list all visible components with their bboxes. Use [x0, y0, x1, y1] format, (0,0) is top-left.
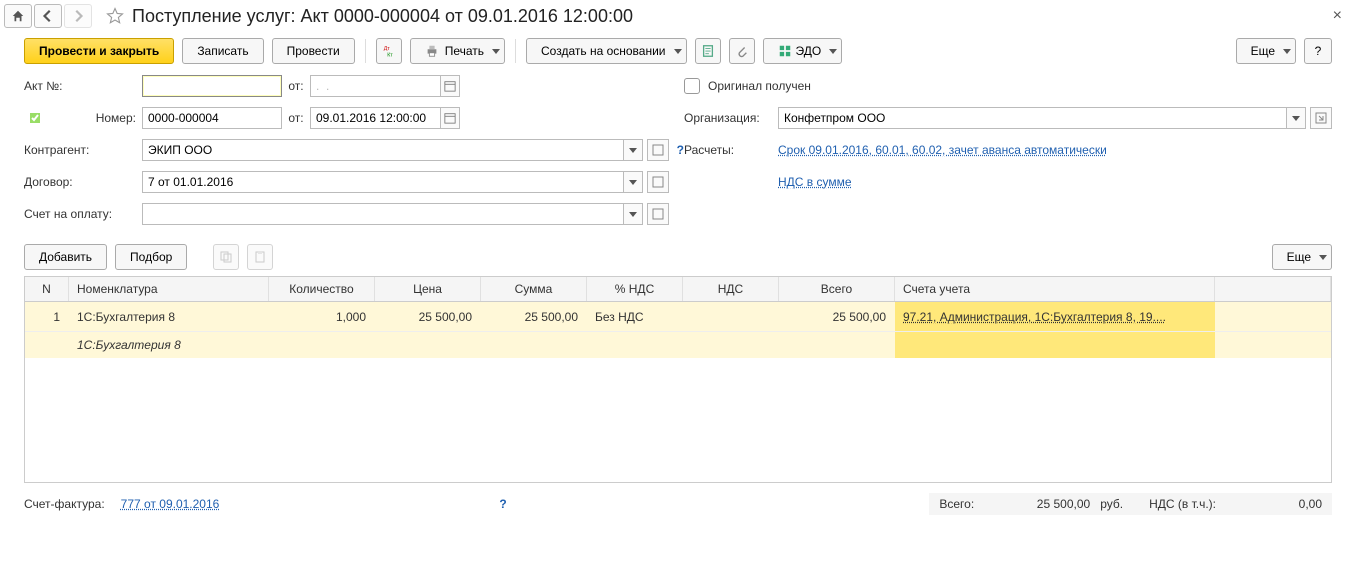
from-label2: от:: [282, 111, 310, 125]
invoice-dropdown[interactable]: [623, 203, 643, 225]
sf-link[interactable]: 777 от 09.01.2016: [121, 497, 220, 511]
col-nds: НДС: [683, 277, 779, 301]
print-button[interactable]: Печать: [410, 38, 505, 64]
edo-button[interactable]: ЭДО: [763, 38, 843, 64]
sf-label: Счет-фактура:: [24, 497, 105, 511]
chevron-down-icon: [674, 49, 682, 54]
calc-label: Расчеты:: [684, 143, 778, 157]
counterparty-open[interactable]: [647, 139, 669, 161]
table-row[interactable]: 1 1С:Бухгалтерия 8 1,000 25 500,00 25 50…: [25, 302, 1331, 332]
svg-text:Кт: Кт: [387, 52, 393, 58]
save-button[interactable]: Записать: [182, 38, 263, 64]
invoice-open[interactable]: [647, 203, 669, 225]
items-grid: N Номенклатура Количество Цена Сумма % Н…: [24, 276, 1332, 483]
col-n: N: [25, 277, 69, 301]
add-row-button[interactable]: Добавить: [24, 244, 107, 270]
report-icon-button[interactable]: [695, 38, 721, 64]
org-input[interactable]: [778, 107, 1286, 129]
counterparty-label: Контрагент:: [24, 143, 142, 157]
act-date-input[interactable]: [310, 75, 440, 97]
contract-label: Договор:: [24, 175, 142, 189]
nds-label: НДС (в т.ч.):: [1149, 497, 1216, 511]
calendar-button2[interactable]: [440, 107, 460, 129]
chevron-down-icon: [829, 49, 837, 54]
sf-help[interactable]: ?: [499, 497, 506, 511]
org-label: Организация:: [684, 111, 778, 125]
chevron-down-icon: [1283, 49, 1291, 54]
svg-text:Дт: Дт: [383, 46, 390, 52]
favorite-star-icon[interactable]: [104, 5, 126, 27]
total-label: Всего:: [939, 497, 974, 511]
nds-link[interactable]: НДС в сумме: [778, 175, 852, 189]
org-open-button[interactable]: [1310, 107, 1332, 129]
contract-input[interactable]: [142, 171, 623, 193]
chevron-down-icon: [492, 49, 500, 54]
close-button[interactable]: ×: [1327, 7, 1348, 25]
help-button[interactable]: ?: [1304, 38, 1332, 64]
original-received-checkbox[interactable]: [684, 78, 700, 94]
col-vat: % НДС: [587, 277, 683, 301]
contract-dropdown[interactable]: [623, 171, 643, 193]
paste-icon-button[interactable]: [247, 244, 273, 270]
act-no-label: Акт №:: [24, 79, 142, 93]
number-label: Номер:: [52, 111, 142, 125]
pick-button[interactable]: Подбор: [115, 244, 187, 270]
col-nom: Номенклатура: [69, 277, 269, 301]
doc-enabled-icon: [24, 107, 46, 129]
copy-icon-button[interactable]: [213, 244, 239, 270]
col-total: Всего: [779, 277, 895, 301]
more-button[interactable]: Еще: [1236, 38, 1296, 64]
calc-link[interactable]: Срок 09.01.2016, 60.01, 60.02, зачет ава…: [778, 143, 1107, 157]
col-acc: Счета учета: [895, 277, 1215, 301]
from-label: от:: [282, 79, 310, 93]
nav-back-button[interactable]: [34, 4, 62, 28]
accounts-cell[interactable]: 97.21, Администрация, 1С:Бухгалтерия 8, …: [895, 302, 1215, 331]
original-received-label: Оригинал получен: [708, 79, 811, 93]
act-no-input[interactable]: [142, 75, 282, 97]
total-value: 25 500,00: [1010, 497, 1090, 511]
org-dropdown[interactable]: [1286, 107, 1306, 129]
dtkt-button[interactable]: ДтКт: [376, 38, 402, 64]
post-and-close-button[interactable]: Провести и закрыть: [24, 38, 174, 64]
calendar-button[interactable]: [440, 75, 460, 97]
nav-home-button[interactable]: [4, 4, 32, 28]
create-based-on-button[interactable]: Создать на основании: [526, 38, 687, 64]
attach-button[interactable]: [729, 38, 755, 64]
invoice-input[interactable]: [142, 203, 623, 225]
counterparty-help[interactable]: ?: [677, 143, 684, 157]
counterparty-input[interactable]: [142, 139, 623, 161]
invoice-label: Счет на оплату:: [24, 207, 142, 221]
doc-date-input[interactable]: [310, 107, 440, 129]
currency: руб.: [1100, 497, 1123, 511]
col-price: Цена: [375, 277, 481, 301]
grid-more-button[interactable]: Еще: [1272, 244, 1332, 270]
col-sum: Сумма: [481, 277, 587, 301]
page-title: Поступление услуг: Акт 0000-000004 от 09…: [132, 6, 633, 27]
nds-value: 0,00: [1262, 497, 1322, 511]
nav-forward-button[interactable]: [64, 4, 92, 28]
post-button[interactable]: Провести: [272, 38, 355, 64]
contract-open[interactable]: [647, 171, 669, 193]
number-input[interactable]: [142, 107, 282, 129]
table-row-sub[interactable]: 1С:Бухгалтерия 8: [25, 332, 1331, 358]
col-qty: Количество: [269, 277, 375, 301]
counterparty-dropdown[interactable]: [623, 139, 643, 161]
chevron-down-icon: [1319, 255, 1327, 260]
